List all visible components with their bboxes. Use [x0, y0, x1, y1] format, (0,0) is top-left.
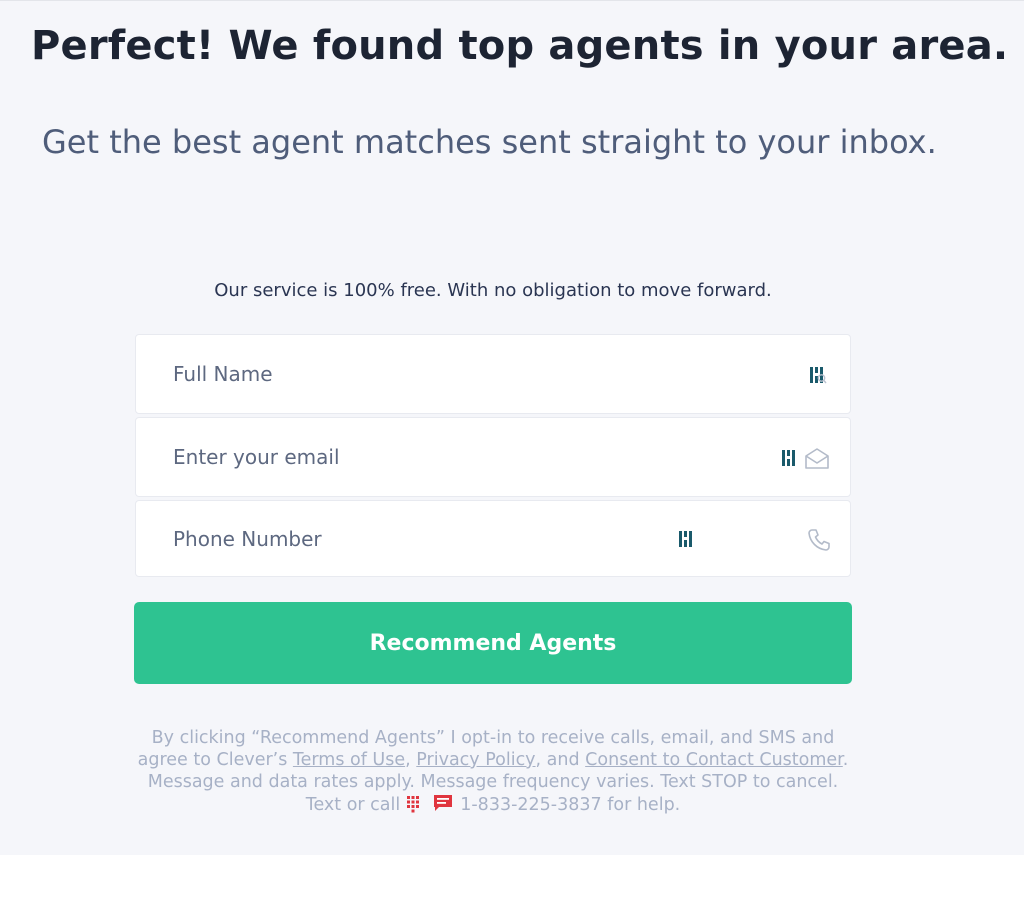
- email-field: [135, 417, 851, 497]
- legal-text: for help.: [601, 795, 681, 815]
- lastpass-icon[interactable]: [781, 448, 799, 468]
- lastpass-icon[interactable]: [678, 529, 696, 549]
- signup-panel: Perfect! We found top agents in your are…: [0, 0, 1024, 855]
- page-subtitle: Get the best agent matches sent straight…: [42, 123, 937, 161]
- lastpass-icon[interactable]: [809, 365, 827, 385]
- phone-input[interactable]: [136, 501, 850, 576]
- free-service-note: Our service is 100% free. With no obliga…: [214, 280, 772, 301]
- terms-of-use-link[interactable]: Terms of Use: [293, 750, 405, 770]
- email-input[interactable]: [136, 418, 850, 496]
- help-phone-number[interactable]: 1-833-225-3837: [460, 795, 601, 815]
- legal-line-2: agree to Clever’s Terms of Use, Privacy …: [100, 749, 886, 771]
- recommend-agents-button[interactable]: Recommend Agents: [134, 602, 852, 684]
- full-name-field: [135, 334, 851, 414]
- privacy-policy-link[interactable]: Privacy Policy: [416, 750, 535, 770]
- legal-text: Text or call: [305, 795, 401, 815]
- keypad-icon[interactable]: [406, 795, 420, 819]
- legal-disclaimer: By clicking “Recommend Agents” I opt-in …: [100, 727, 886, 819]
- phone-icon: [806, 527, 832, 553]
- legal-text: .: [842, 750, 849, 770]
- phone-field: [135, 500, 851, 577]
- legal-text: , and: [535, 750, 586, 770]
- envelope-icon: [804, 446, 830, 472]
- legal-line-4: Text or call 1-833-225-3837 for help.: [100, 793, 886, 819]
- page-title: Perfect! We found top agents in your are…: [31, 23, 1009, 69]
- consent-to-contact-link[interactable]: Consent to Contact Customer: [585, 750, 843, 770]
- legal-text: agree to Clever’s: [137, 750, 293, 770]
- full-name-input[interactable]: [136, 335, 850, 413]
- chat-bubble-icon[interactable]: [432, 793, 454, 819]
- legal-text: ,: [405, 750, 417, 770]
- legal-line-1: By clicking “Recommend Agents” I opt-in …: [151, 728, 835, 748]
- legal-line-3: Message and data rates apply. Message fr…: [147, 772, 839, 792]
